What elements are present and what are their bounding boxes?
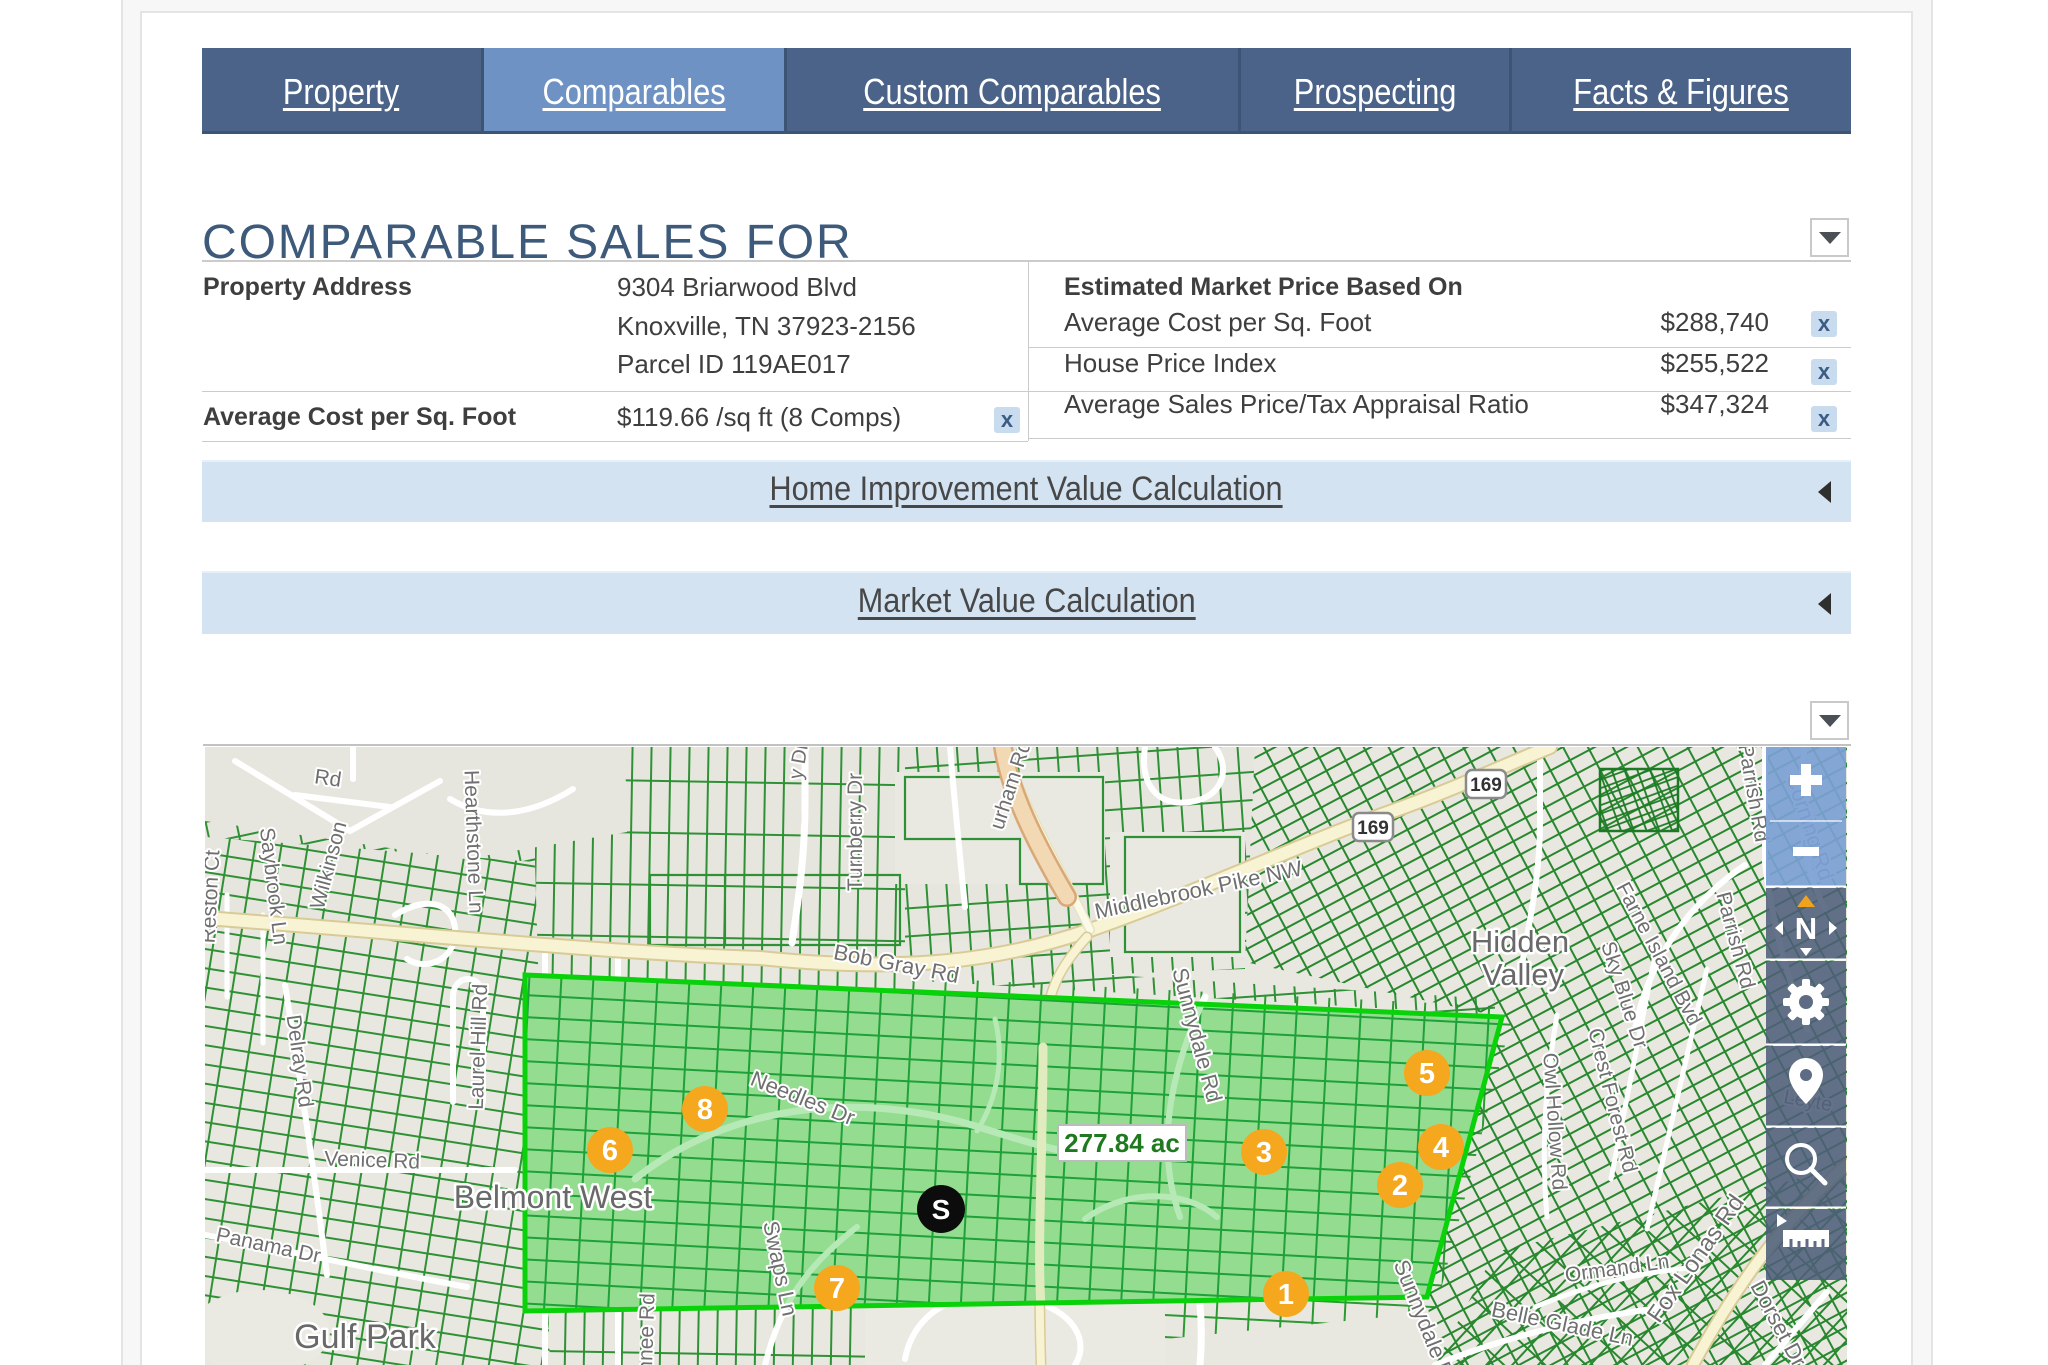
svg-text:3: 3 — [1256, 1137, 1272, 1169]
svg-text:2: 2 — [1392, 1170, 1408, 1202]
svg-text:277.84 ac: 277.84 ac — [1064, 1128, 1180, 1158]
svg-text:4: 4 — [1433, 1132, 1449, 1164]
svg-text:169: 169 — [1357, 818, 1389, 839]
svg-text:S: S — [932, 1194, 951, 1225]
svg-text:Laurel Hill Rd: Laurel Hill Rd — [465, 983, 492, 1110]
svg-text:Hidden: Hidden — [1471, 924, 1569, 959]
svg-text:Gulf Park: Gulf Park — [294, 1318, 437, 1356]
svg-text:annee Rd: annee Rd — [633, 1293, 659, 1365]
svg-text:N: N — [1795, 911, 1817, 946]
svg-text:8: 8 — [697, 1094, 713, 1126]
svg-text:1: 1 — [1278, 1279, 1294, 1311]
svg-text:7: 7 — [829, 1273, 845, 1305]
svg-text:6: 6 — [602, 1135, 618, 1167]
svg-text:Rd: Rd — [313, 765, 343, 792]
svg-text:Belmont West: Belmont West — [454, 1179, 653, 1215]
svg-text:Valley: Valley — [1482, 957, 1565, 992]
svg-text:Turnberry Dr: Turnberry Dr — [844, 773, 867, 891]
svg-text:169: 169 — [1470, 775, 1502, 796]
svg-text:Venice Rd: Venice Rd — [324, 1147, 420, 1173]
svg-text:5: 5 — [1419, 1058, 1435, 1090]
